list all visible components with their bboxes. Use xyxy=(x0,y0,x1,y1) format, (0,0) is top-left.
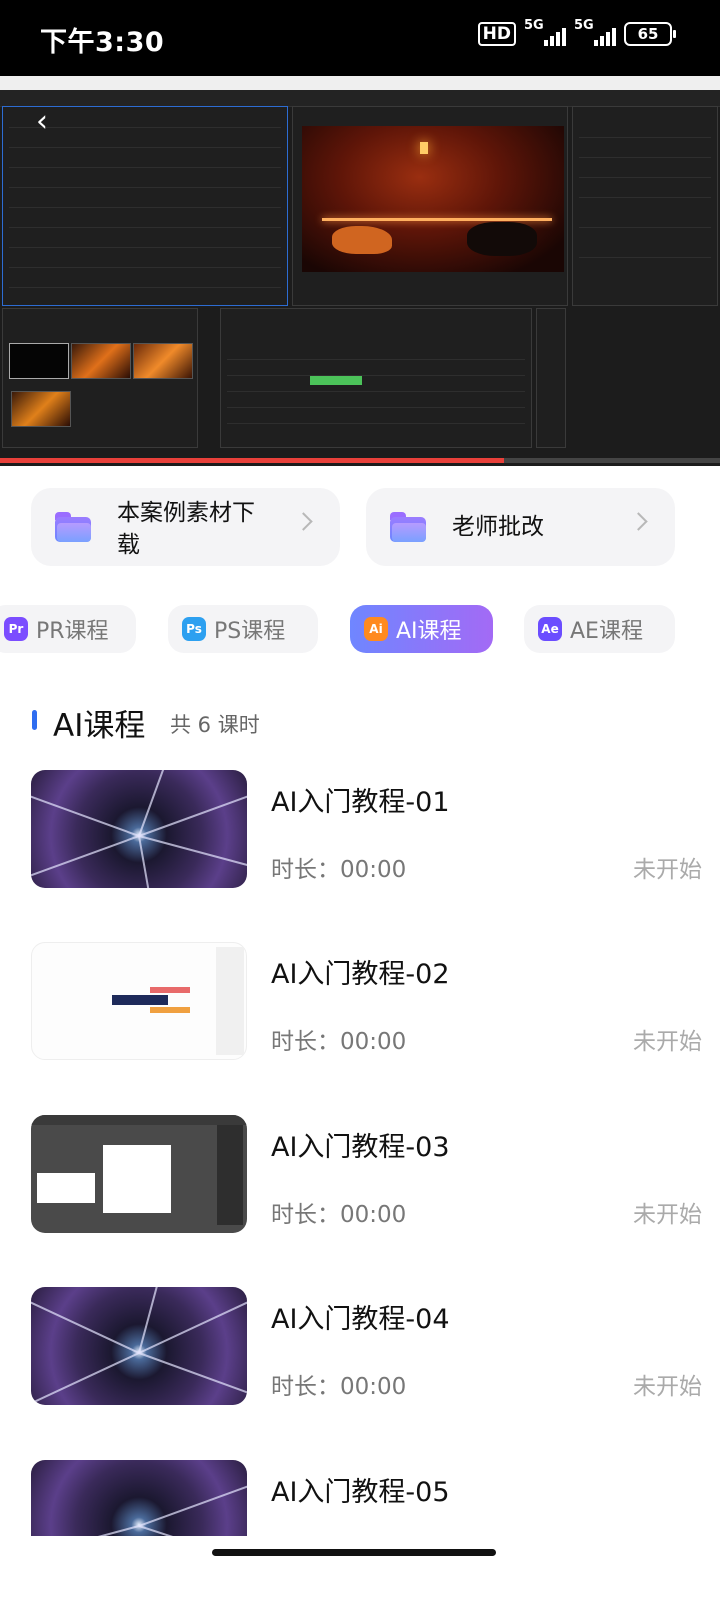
hd-icon: HD xyxy=(477,22,516,46)
lesson-title: AI入门教程-04 xyxy=(271,1304,450,1335)
audio-meter xyxy=(536,308,566,448)
folder-icon xyxy=(55,512,91,542)
tab-ai-course[interactable]: Ai AI课程 xyxy=(350,605,493,653)
timeline-clip xyxy=(310,376,362,385)
monitor-preview xyxy=(302,126,564,272)
lesson-thumbnail xyxy=(31,1287,247,1405)
chevron-right-icon xyxy=(294,512,313,531)
back-arrow-icon[interactable]: ‹ xyxy=(36,104,48,139)
editor-menubar xyxy=(0,90,720,107)
lesson-duration: 时长：00:00 xyxy=(271,1374,407,1400)
status-icons: HD 5G 5G 65 xyxy=(477,18,676,46)
lesson-thumbnail xyxy=(31,942,247,1060)
lesson-status: 未开始 xyxy=(633,1374,702,1400)
lesson-item[interactable]: AI入门教程-01 时长：00:00 未开始 xyxy=(0,770,720,890)
lesson-title: AI入门教程-02 xyxy=(271,959,450,990)
lesson-title: AI入门教程-05 xyxy=(271,1477,450,1508)
lesson-status: 未开始 xyxy=(633,1202,702,1228)
lesson-status: 未开始 xyxy=(633,1029,702,1055)
signal-icon: 5G xyxy=(524,18,566,46)
signal-icon: 5G xyxy=(574,18,616,46)
lesson-title: AI入门教程-01 xyxy=(271,787,450,818)
illustrator-icon: Ai xyxy=(364,617,388,641)
timeline-panel xyxy=(220,308,532,448)
premiere-icon: Pr xyxy=(4,617,28,641)
project-panel xyxy=(572,106,718,306)
folder-icon xyxy=(390,512,426,542)
lesson-duration: 时长：00:00 xyxy=(271,1029,407,1055)
tab-ae-course[interactable]: Ae AE课程 xyxy=(524,605,675,653)
video-progress-fill xyxy=(0,458,504,463)
video-player[interactable]: ‹ xyxy=(0,76,720,466)
lesson-duration: 时长：00:00 xyxy=(271,857,407,883)
editor-titlebar xyxy=(0,76,720,90)
lesson-item[interactable]: AI入门教程-03 时长：00:00 未开始 xyxy=(0,1115,720,1235)
status-bar: 下午3:30 HD 5G 5G 65 xyxy=(0,0,720,76)
video-progress-bar[interactable] xyxy=(0,458,720,463)
lesson-thumbnail xyxy=(31,1115,247,1233)
tab-ps-course[interactable]: Ps PS课程 xyxy=(168,605,318,653)
lesson-count: 共 6 课时 xyxy=(170,713,260,737)
home-indicator[interactable] xyxy=(212,1549,496,1556)
chevron-right-icon xyxy=(629,512,648,531)
section-accent-bar xyxy=(32,710,37,730)
photoshop-icon: Ps xyxy=(182,617,206,641)
battery-icon: 65 xyxy=(624,22,676,46)
media-bin-panel xyxy=(2,308,198,448)
after-effects-icon: Ae xyxy=(538,617,562,641)
lesson-status: 未开始 xyxy=(633,857,702,883)
teacher-review-label: 老师批改 xyxy=(452,514,544,540)
lesson-duration: 时长：00:00 xyxy=(271,1202,407,1228)
lesson-title: AI入门教程-03 xyxy=(271,1132,450,1163)
teacher-review-button[interactable]: 老师批改 xyxy=(366,488,675,566)
download-materials-button[interactable]: 本案例素材下 载 xyxy=(31,488,340,566)
lesson-thumbnail xyxy=(31,770,247,888)
lesson-item[interactable]: AI入门教程-04 时长：00:00 未开始 xyxy=(0,1287,720,1407)
lesson-item[interactable]: AI入门教程-05 xyxy=(0,1460,720,1536)
download-materials-label: 本案例素材下 载 xyxy=(117,500,255,558)
lesson-item[interactable]: AI入门教程-02 时长：00:00 未开始 xyxy=(0,942,720,1062)
lesson-thumbnail xyxy=(31,1460,247,1536)
section-title: AI课程 xyxy=(53,708,146,744)
status-time: 下午3:30 xyxy=(40,27,165,58)
tab-pr-course[interactable]: Pr PR课程 xyxy=(0,605,136,653)
